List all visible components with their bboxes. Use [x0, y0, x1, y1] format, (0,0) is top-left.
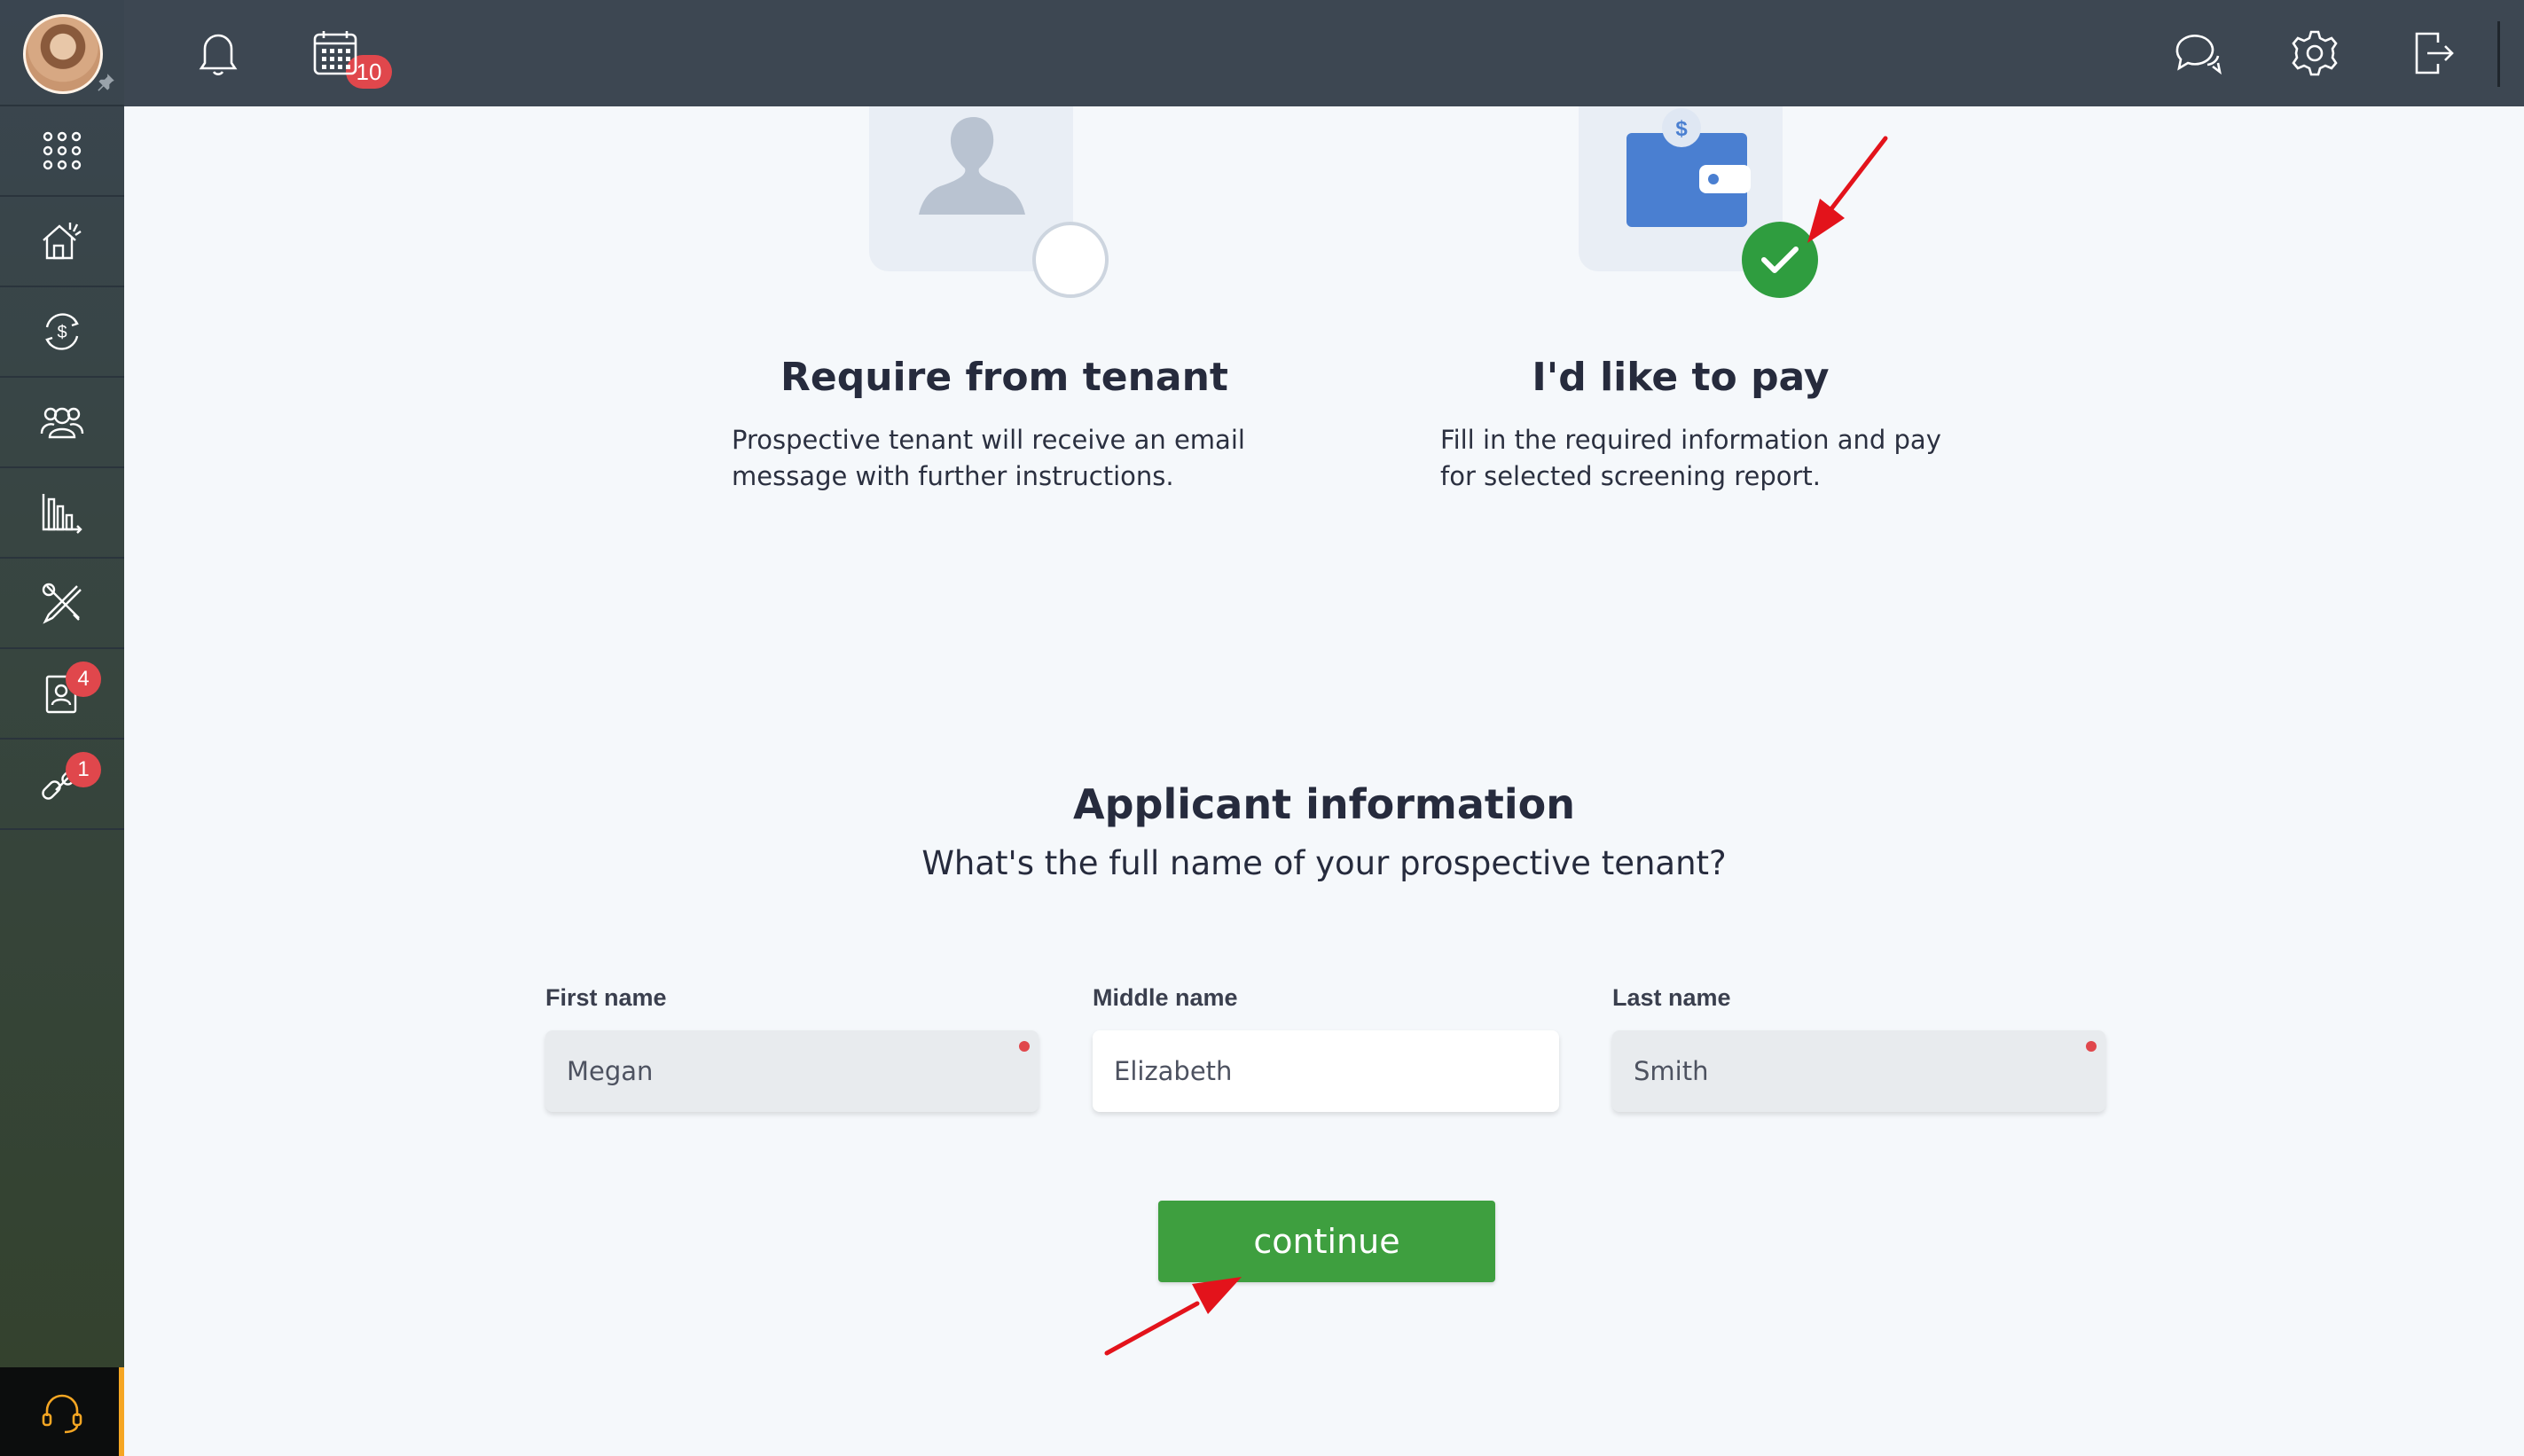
top-bar: 10: [124, 0, 2524, 106]
continue-button[interactable]: continue: [1158, 1201, 1495, 1282]
properties-icon[interactable]: [0, 197, 124, 287]
first-name-input[interactable]: [545, 1030, 1039, 1112]
last-name-label: Last name: [1612, 984, 1731, 1011]
option-title: Require from tenant: [780, 355, 1228, 400]
applicant-section-subtitle: What's the full name of your prospective…: [921, 844, 1727, 882]
option-description: Fill in the required information and pay…: [1440, 425, 1941, 491]
calendar-icon[interactable]: [307, 25, 364, 82]
applicants-badge: 4: [66, 661, 101, 697]
bell-icon[interactable]: [190, 25, 247, 82]
headset-icon: [42, 1394, 82, 1434]
applicant-section-title: Applicant information: [1073, 780, 1575, 828]
annotation-arrow: [1104, 1277, 1242, 1356]
top-divider: [2497, 21, 2500, 87]
last-name-field[interactable]: [1612, 1030, 2105, 1112]
annotation-arrow: [1807, 136, 1888, 243]
middle-name-label: Middle name: [1093, 984, 1238, 1011]
option-description: Prospective tenant will receive an email…: [732, 425, 1245, 491]
support-accent-bar: [119, 1367, 124, 1456]
required-indicator: [1019, 1041, 1030, 1052]
radio-require-from-tenant[interactable]: [1032, 222, 1109, 298]
check-icon: [1761, 247, 1799, 273]
tenants-icon[interactable]: [0, 378, 124, 468]
first-name-field[interactable]: [545, 1030, 1039, 1112]
option-title: I'd like to pay: [1532, 355, 1830, 400]
required-indicator: [2086, 1041, 2097, 1052]
last-name-input[interactable]: [1612, 1030, 2105, 1112]
settings-icon[interactable]: [2286, 25, 2343, 82]
pin-icon[interactable]: [94, 71, 117, 94]
support-button[interactable]: [0, 1367, 124, 1456]
avatar[interactable]: [23, 14, 103, 94]
chat-icon[interactable]: [2169, 25, 2226, 82]
logout-icon[interactable]: [2405, 25, 2462, 82]
applicants-icon[interactable]: 4: [0, 649, 124, 740]
middle-name-input[interactable]: [1093, 1030, 1559, 1112]
svg-text:$: $: [57, 323, 67, 342]
svg-text:$: $: [1675, 117, 1688, 141]
accounting-icon[interactable]: $: [0, 287, 124, 378]
reports-icon[interactable]: [0, 468, 124, 559]
user-profile[interactable]: [0, 0, 124, 106]
sidebar: $ 4 1: [0, 0, 124, 1456]
middle-name-field[interactable]: [1093, 1030, 1559, 1112]
maintenance-icon[interactable]: [0, 559, 124, 649]
first-name-label: First name: [545, 984, 667, 1011]
apps-grid-icon[interactable]: [0, 106, 124, 197]
